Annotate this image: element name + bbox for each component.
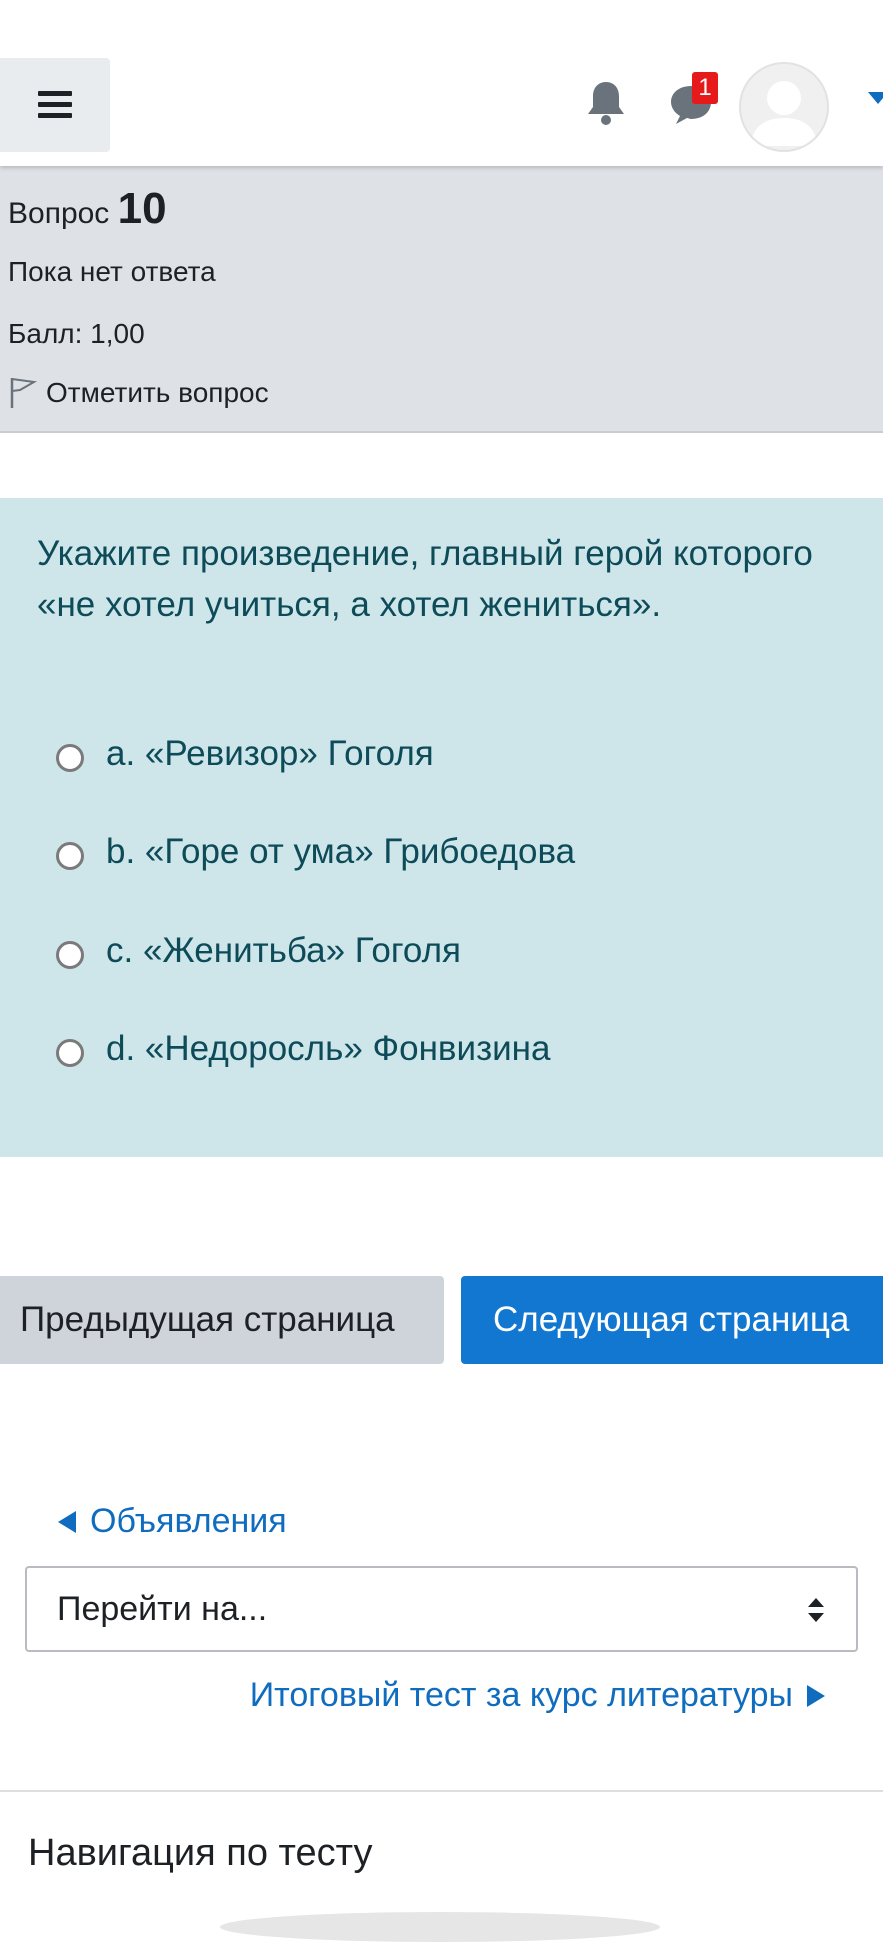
previous-page-button[interactable]: Предыдущая страница xyxy=(0,1276,444,1364)
answer-label: a. «Ревизор» Гоголя xyxy=(106,734,434,773)
question-content: Укажите произведение, главный герой кото… xyxy=(0,498,883,1157)
question-text: Укажите произведение, главный герой кото… xyxy=(37,534,813,624)
messages-badge: 1 xyxy=(692,72,718,104)
next-page-button[interactable]: Следующая страница xyxy=(461,1276,883,1364)
flag-question-link[interactable]: Отметить вопрос xyxy=(8,376,269,410)
answer-option-d[interactable]: d. «Недоросль» Фонвизина xyxy=(56,1029,550,1069)
jump-to-select-value: Перейти на... xyxy=(57,1590,268,1628)
answer-label: c. «Женитьба» Гоголя xyxy=(106,931,461,970)
previous-activity-link[interactable]: Объявления xyxy=(58,1502,287,1541)
previous-activity-label: Объявления xyxy=(90,1502,287,1540)
flag-question-label: Отметить вопрос xyxy=(46,377,269,408)
next-activity-link[interactable]: Итоговый тест за курс литературы xyxy=(250,1676,825,1715)
radio-button[interactable] xyxy=(56,941,84,969)
hamburger-icon xyxy=(38,91,72,119)
quiz-navigation-buttons-peek xyxy=(220,1912,660,1942)
jump-to-select[interactable]: Перейти на... xyxy=(25,1566,858,1652)
triangle-left-icon xyxy=(58,1510,76,1533)
quiz-navigation-block: Навигация по тесту xyxy=(0,1790,883,1942)
next-activity-label: Итоговый тест за курс литературы xyxy=(249,1676,793,1714)
answer-option-c[interactable]: c. «Женитьба» Гоголя xyxy=(56,931,461,971)
caret-down-icon[interactable] xyxy=(868,92,883,104)
main-menu-button[interactable] xyxy=(0,58,110,152)
question-number-value: 10 xyxy=(117,184,167,233)
select-arrows-icon xyxy=(808,1598,824,1622)
top-navbar: 1 xyxy=(0,0,883,166)
radio-button[interactable] xyxy=(56,744,84,772)
answer-option-a[interactable]: a. «Ревизор» Гоголя xyxy=(56,734,434,774)
radio-button[interactable] xyxy=(56,842,84,870)
question-grade: Балл: 1,00 xyxy=(8,318,145,349)
user-avatar-icon[interactable] xyxy=(739,62,829,152)
bell-icon[interactable] xyxy=(584,80,628,126)
triangle-right-icon xyxy=(807,1684,825,1707)
answer-label: d. «Недоросль» Фонвизина xyxy=(106,1029,551,1068)
question-label: Вопрос xyxy=(8,197,110,230)
radio-button[interactable] xyxy=(56,1039,84,1067)
question-number: Вопрос 10 xyxy=(8,184,167,234)
quiz-navigation-title: Навигация по тесту xyxy=(28,1832,373,1874)
answer-label: b. «Горе от ума» Грибоедова xyxy=(106,832,576,871)
question-state: Пока нет ответа xyxy=(8,256,216,287)
flag-icon xyxy=(10,378,38,408)
question-info-panel: Вопрос 10 Пока нет ответа Балл: 1,00 Отм… xyxy=(0,166,883,433)
answer-option-b[interactable]: b. «Горе от ума» Грибоедова xyxy=(56,832,575,872)
